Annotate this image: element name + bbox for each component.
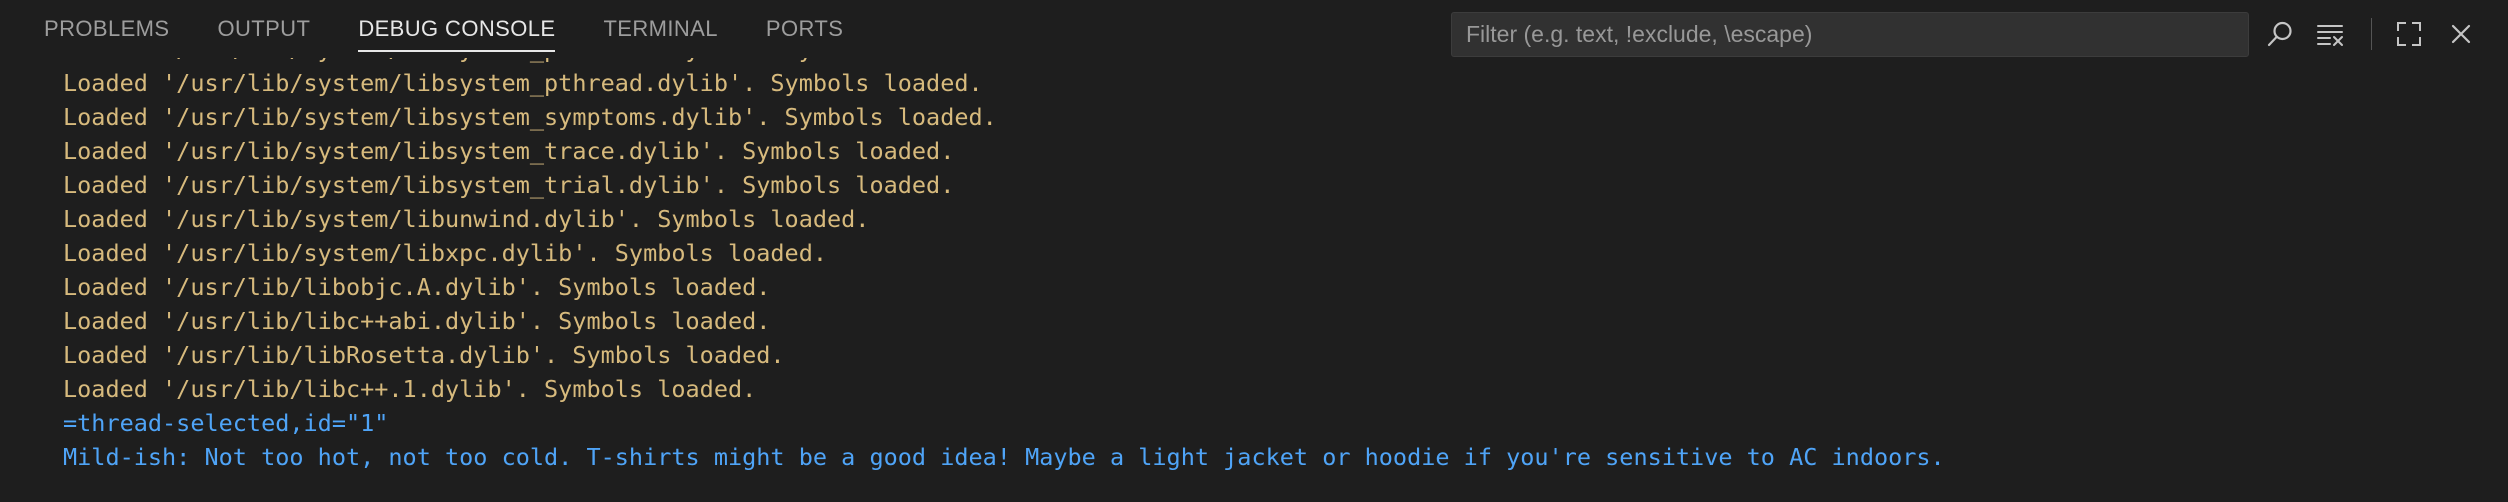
console-line: Loaded '/usr/lib/system/libsystem_pthrea…	[63, 69, 983, 97]
console-line: Loaded '/usr/lib/libc++.1.dylib'. Symbol…	[63, 375, 757, 403]
console-line: Loaded '/usr/lib/libRosetta.dylib'. Symb…	[63, 341, 785, 369]
console-line: Loaded '/usr/lib/system/libsystem_sympto…	[63, 103, 997, 131]
debug-panel: PROBLEMS OUTPUT DEBUG CONSOLE TERMINAL P…	[0, 0, 2508, 502]
console-line: Loaded '/usr/lib/system/libsystem_trace.…	[63, 137, 955, 165]
console-line: Loaded '/usr/lib/system/libsystem_platfo…	[63, 58, 1945, 66]
tab-debug-console[interactable]: DEBUG CONSOLE	[358, 0, 556, 58]
console-line: Loaded '/usr/lib/libobjc.A.dylib'. Symbo…	[63, 273, 771, 301]
debug-console-output[interactable]: Loaded '/usr/lib/system/libsystem_platfo…	[0, 58, 2508, 502]
console-line: Loaded '/usr/lib/system/libxpc.dylib'. S…	[63, 239, 828, 267]
console-lines: Loaded '/usr/lib/system/libsystem_platfo…	[63, 58, 1945, 474]
header-divider	[2371, 18, 2372, 50]
tab-problems[interactable]: PROBLEMS	[44, 0, 169, 58]
panel-header: PROBLEMS OUTPUT DEBUG CONSOLE TERMINAL P…	[0, 0, 2508, 58]
console-filter-input[interactable]	[1451, 12, 2249, 57]
tab-ports[interactable]: PORTS	[766, 0, 843, 58]
tab-output[interactable]: OUTPUT	[217, 0, 310, 58]
tab-terminal[interactable]: TERMINAL	[603, 0, 717, 58]
panel-tabs: PROBLEMS OUTPUT DEBUG CONSOLE TERMINAL P…	[44, 0, 891, 58]
console-line: Loaded '/usr/lib/system/libsystem_trial.…	[63, 171, 955, 199]
maximize-icon[interactable]	[2389, 14, 2429, 54]
console-line: Mild-ish: Not too hot, not too cold. T-s…	[63, 443, 1945, 471]
search-icon[interactable]	[2260, 14, 2300, 54]
console-line: =thread-selected,id="1"	[63, 409, 389, 437]
clear-console-icon[interactable]	[2311, 14, 2351, 54]
console-line: Loaded '/usr/lib/libc++abi.dylib'. Symbo…	[63, 307, 771, 335]
console-line: Loaded '/usr/lib/system/libunwind.dylib'…	[63, 205, 870, 233]
close-icon[interactable]	[2441, 14, 2481, 54]
